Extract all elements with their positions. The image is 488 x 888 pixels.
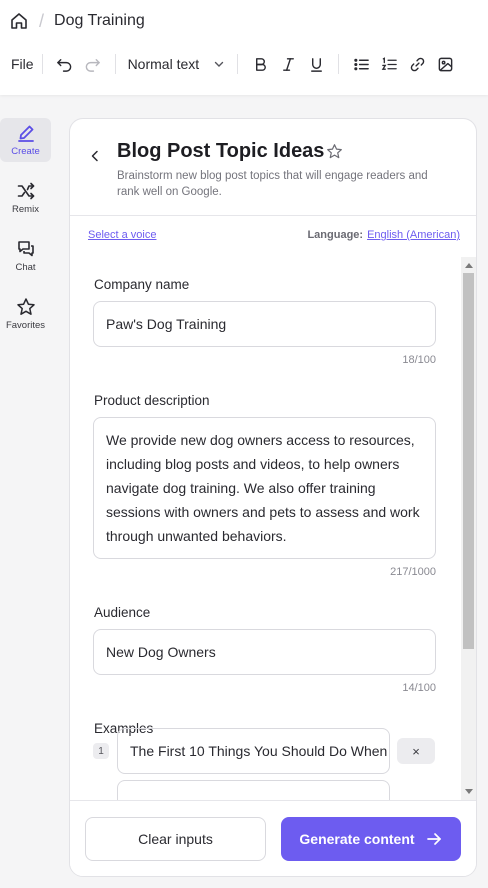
panel-header: Blog Post Topic Ideas Brainstorm new blo… — [70, 119, 476, 216]
form-scroll-area: Company name Paw's Dog Training 18/100 P… — [70, 257, 476, 800]
scroll-down-arrow[interactable] — [465, 789, 473, 794]
scrollbar-thumb[interactable] — [463, 273, 474, 649]
star-icon — [16, 298, 35, 315]
rail-item-create[interactable]: Create — [0, 118, 51, 162]
text-style-dropdown[interactable]: Normal text — [124, 56, 230, 72]
language-selector: Language: English (American) — [307, 229, 460, 241]
rail-item-label: Chat — [15, 262, 36, 273]
rail-item-label: Create — [11, 146, 40, 157]
example-number-badge: 1 — [93, 743, 109, 759]
file-menu[interactable]: File — [11, 56, 34, 72]
undo-icon — [57, 58, 72, 72]
voice-language-row: Select a voice Language: English (America… — [88, 229, 460, 245]
top-bar: / Dog Training File Normal text — [0, 0, 488, 95]
image-button[interactable] — [431, 50, 459, 78]
remove-example-button[interactable]: × — [397, 738, 435, 764]
chat-icon — [17, 241, 34, 257]
language-label: Language: — [307, 229, 364, 241]
chevron-down-icon — [214, 61, 224, 67]
numbered-list-button[interactable] — [375, 50, 403, 78]
product-description-counter: 217/1000 — [390, 566, 436, 578]
toolbar-divider — [237, 54, 239, 74]
toolbar-divider — [114, 54, 116, 74]
template-panel: Blog Post Topic Ideas Brainstorm new blo… — [69, 118, 477, 877]
company-name-counter: 18/100 — [402, 354, 436, 366]
bold-button[interactable] — [246, 50, 274, 78]
italic-button[interactable] — [274, 50, 302, 78]
company-name-input[interactable]: Paw's Dog Training — [93, 301, 436, 347]
language-link[interactable]: English (American) — [367, 229, 460, 241]
toolbar-divider — [41, 54, 43, 74]
redo-icon — [85, 58, 100, 72]
select-voice-link[interactable]: Select a voice — [88, 229, 156, 241]
text-style-value: Normal text — [127, 56, 200, 72]
italic-icon — [282, 57, 294, 71]
numbered-list-icon — [381, 56, 397, 70]
bullet-list-button[interactable] — [347, 50, 375, 78]
panel-title: Blog Post Topic Ideas — [117, 140, 325, 162]
link-icon — [410, 57, 424, 71]
rail-item-favorites[interactable]: Favorites — [0, 292, 51, 336]
redo-button[interactable] — [79, 50, 107, 78]
underline-icon — [310, 57, 322, 72]
editor-toolbar: File Normal text — [0, 50, 488, 78]
arrow-right-icon — [426, 833, 441, 845]
generate-content-button[interactable]: Generate content — [281, 817, 461, 861]
company-name-label: Company name — [94, 277, 190, 292]
underline-button[interactable] — [302, 50, 330, 78]
home-icon[interactable] — [9, 11, 29, 31]
shuffle-icon — [17, 182, 34, 200]
panel-subtitle: Brainstorm new blog post topics that wil… — [117, 170, 428, 198]
rail-item-label: Favorites — [5, 320, 46, 331]
scroll-up-arrow[interactable] — [465, 263, 473, 268]
undo-button[interactable] — [51, 50, 79, 78]
rail-item-remix[interactable]: Remix — [0, 176, 51, 220]
generate-content-label: Generate content — [299, 831, 415, 847]
bold-icon — [255, 57, 266, 71]
example-input[interactable]: The First 10 Things You Should Do When — [117, 728, 390, 774]
favorite-star-icon[interactable] — [326, 143, 343, 160]
toolbar-divider — [338, 54, 340, 74]
audience-label: Audience — [94, 605, 151, 620]
audience-input[interactable]: New Dog Owners — [93, 629, 436, 675]
document-title[interactable]: Dog Training — [54, 12, 145, 30]
product-description-label: Product description — [94, 393, 210, 408]
pen-icon — [17, 125, 34, 142]
example-input-next[interactable] — [117, 780, 390, 800]
clear-inputs-button[interactable]: Clear inputs — [85, 817, 266, 861]
link-button[interactable] — [403, 50, 431, 78]
breadcrumb: / Dog Training — [9, 10, 145, 32]
left-rail: Create Remix Chat Favorites — [0, 118, 51, 350]
rail-item-label: Remix — [12, 204, 39, 215]
breadcrumb-separator: / — [39, 10, 45, 31]
audience-counter: 14/100 — [402, 682, 436, 694]
form-scrollbar[interactable] — [461, 257, 476, 800]
image-icon — [438, 57, 452, 71]
bullet-list-icon — [353, 58, 369, 70]
rail-item-chat[interactable]: Chat — [0, 234, 51, 278]
product-description-textarea[interactable]: We provide new dog owners access to reso… — [93, 417, 436, 559]
panel-footer: Clear inputs Generate content — [70, 800, 476, 876]
back-arrow-icon[interactable] — [88, 149, 102, 163]
